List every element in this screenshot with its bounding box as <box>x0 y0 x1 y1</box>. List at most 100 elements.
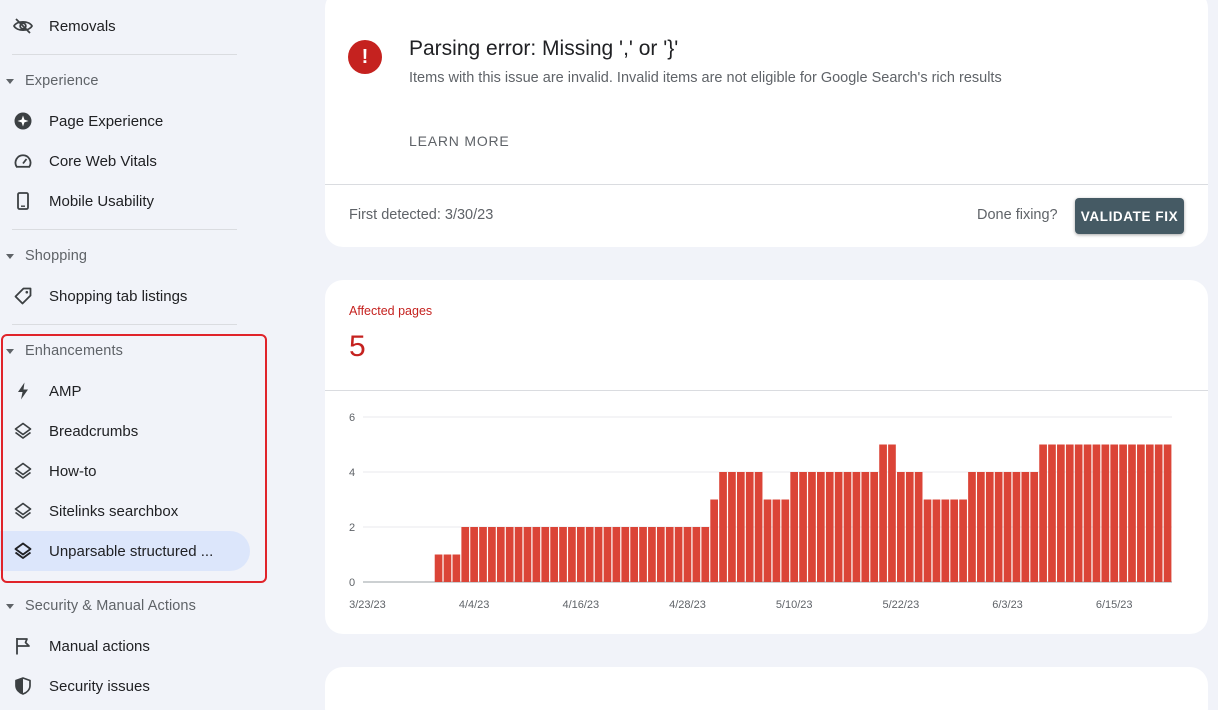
validate-fix-button[interactable]: VALIDATE FIX <box>1075 198 1184 234</box>
chart-bar[interactable] <box>1110 444 1119 583</box>
chart-bar[interactable] <box>861 472 870 582</box>
x-tick-label: 5/10/23 <box>776 599 813 611</box>
highlight-annotation-box <box>1 334 267 583</box>
chart-bar[interactable] <box>772 499 781 583</box>
chart-bar[interactable] <box>1101 444 1110 583</box>
chart-bar[interactable] <box>879 444 887 583</box>
sidebar-item-removals[interactable]: Removals <box>0 6 250 46</box>
chart-bar[interactable] <box>754 472 763 582</box>
learn-more-link[interactable]: LEARN MORE <box>409 133 510 149</box>
chart-bar[interactable] <box>1163 444 1172 583</box>
chart-bar[interactable] <box>1030 472 1039 582</box>
section-experience[interactable]: Experience <box>0 66 250 96</box>
chart-bar[interactable] <box>1145 444 1154 583</box>
chart-bar[interactable] <box>452 554 461 583</box>
sidebar-item-page-experience[interactable]: Page Experience <box>0 101 250 141</box>
chart-bar[interactable] <box>1128 444 1136 583</box>
chart-bar[interactable] <box>1003 472 1012 582</box>
chart-bar[interactable] <box>1065 444 1074 583</box>
chart-bar[interactable] <box>923 499 932 583</box>
chart-bar[interactable] <box>523 527 532 582</box>
divider <box>12 324 237 325</box>
chart-bar[interactable] <box>470 527 478 582</box>
sidebar-item-manual-actions[interactable]: Manual actions <box>0 626 250 666</box>
chart-bar[interactable] <box>959 499 967 583</box>
chart-bar[interactable] <box>781 499 790 583</box>
chart-bar[interactable] <box>728 472 736 582</box>
chart-bar[interactable] <box>692 527 701 582</box>
sidebar-item-core-web-vitals[interactable]: Core Web Vitals <box>0 141 250 181</box>
chart-bar[interactable] <box>488 527 496 582</box>
section-shopping[interactable]: Shopping <box>0 241 250 271</box>
chart-bar[interactable] <box>1012 472 1021 582</box>
section-security-manual-actions[interactable]: Security & Manual Actions <box>0 591 250 621</box>
chart-bar[interactable] <box>897 472 905 582</box>
chart-bar[interactable] <box>568 527 576 582</box>
chart-bar[interactable] <box>585 527 594 582</box>
chart-bar[interactable] <box>665 527 674 582</box>
chart-bar[interactable] <box>612 527 621 582</box>
chart-bar[interactable] <box>1083 444 1092 583</box>
chart-bar[interactable] <box>630 527 638 582</box>
chart-bar[interactable] <box>648 527 656 582</box>
chart-bar[interactable] <box>683 527 692 582</box>
chart-bar[interactable] <box>701 527 710 582</box>
chart-bar[interactable] <box>576 527 585 582</box>
x-tick-label: 6/15/23 <box>1096 599 1133 611</box>
chart-bar[interactable] <box>514 527 523 582</box>
chart-bar[interactable] <box>674 527 683 582</box>
chart-bar[interactable] <box>1048 444 1056 583</box>
chart-bar[interactable] <box>888 444 896 583</box>
chart-bar[interactable] <box>1057 444 1065 583</box>
chart-bar[interactable] <box>843 472 852 582</box>
phone-icon <box>13 192 33 210</box>
chart-bar[interactable] <box>603 527 612 582</box>
sidebar-item-security-issues[interactable]: Security issues <box>0 666 250 706</box>
chart-bar[interactable] <box>994 472 1003 582</box>
chart-bar[interactable] <box>1154 444 1163 583</box>
chart-bar[interactable] <box>639 527 647 582</box>
chart-bar[interactable] <box>977 472 985 582</box>
chart-bar[interactable] <box>808 472 816 582</box>
chart-bar[interactable] <box>852 472 861 582</box>
chart-bar[interactable] <box>434 554 443 583</box>
chart-bar[interactable] <box>479 527 487 582</box>
sidebar-item-mobile-usability[interactable]: Mobile Usability <box>0 181 250 221</box>
chart-bar[interactable] <box>763 499 772 583</box>
chart-bar[interactable] <box>985 472 994 582</box>
chart-bar[interactable] <box>932 499 941 583</box>
chart-bar[interactable] <box>621 527 630 582</box>
chart-bar[interactable] <box>594 527 603 582</box>
chart-bar[interactable] <box>1092 444 1101 583</box>
chart-bar[interactable] <box>496 527 505 582</box>
chart-bar[interactable] <box>905 472 914 582</box>
chart-bar[interactable] <box>1021 472 1030 582</box>
chart-bar[interactable] <box>968 472 976 582</box>
chart-bar[interactable] <box>914 472 923 582</box>
chart-bar[interactable] <box>825 472 834 582</box>
chart-bar[interactable] <box>1039 444 1047 583</box>
chart-bar[interactable] <box>532 527 541 582</box>
chart-bar[interactable] <box>870 472 879 582</box>
chart-bar[interactable] <box>505 527 514 582</box>
chart-bar[interactable] <box>559 527 567 582</box>
chart-bar[interactable] <box>736 472 745 582</box>
chart-bar[interactable] <box>790 472 799 582</box>
chart-bar[interactable] <box>799 472 807 582</box>
chart-bar[interactable] <box>541 527 550 582</box>
chart-bar[interactable] <box>745 472 754 582</box>
chart-bar[interactable] <box>719 472 727 582</box>
chart-bar[interactable] <box>1074 444 1083 583</box>
chart-bar[interactable] <box>817 472 825 582</box>
chart-bar[interactable] <box>656 527 665 582</box>
chart-bar[interactable] <box>550 527 558 582</box>
chart-bar[interactable] <box>1119 444 1127 583</box>
chart-bar[interactable] <box>1137 444 1145 583</box>
chart-bar[interactable] <box>461 527 470 582</box>
chart-bar[interactable] <box>710 499 718 583</box>
chart-bar[interactable] <box>443 554 452 583</box>
sidebar-item-shopping-tab-listings[interactable]: Shopping tab listings <box>0 276 250 316</box>
chart-bar[interactable] <box>941 499 950 583</box>
chart-bar[interactable] <box>950 499 959 583</box>
chart-bar[interactable] <box>834 472 843 582</box>
